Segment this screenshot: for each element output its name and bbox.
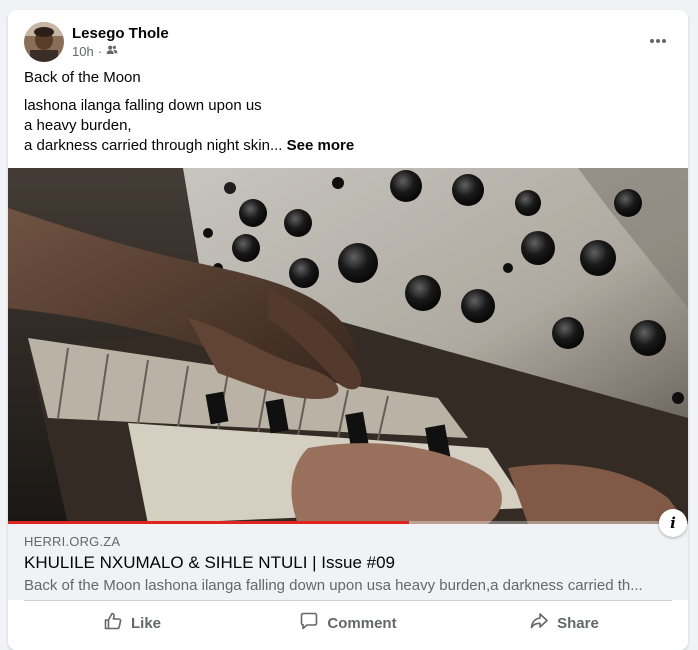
link-description: Back of the Moon lashona ilanga falling … <box>24 577 643 594</box>
share-label: Share <box>557 614 599 632</box>
timestamp-row: 10h · <box>72 43 169 61</box>
friends-icon[interactable] <box>106 43 118 61</box>
post-card: Lesego Thole 10h · Back of the Moon lash… <box>8 10 688 650</box>
like-button[interactable]: Like <box>24 605 240 641</box>
post-body-line: a heavy burden, <box>24 117 132 134</box>
post-title-line: Back of the Moon <box>24 69 141 86</box>
link-preview[interactable]: i HERRI.ORG.ZA KHULILE NXUMALO & SIHLE N… <box>8 509 688 600</box>
share-button[interactable]: Share <box>456 605 672 641</box>
thumbs-up-icon <box>103 611 131 635</box>
action-bar: Like Comment Share <box>24 600 672 641</box>
see-more-link[interactable]: See more <box>287 137 355 154</box>
comment-label: Comment <box>327 614 397 632</box>
link-domain: HERRI.ORG.ZA <box>24 534 121 549</box>
comment-bubble-icon <box>299 611 327 635</box>
post-text: Back of the Moon lashona ilanga falling … <box>24 68 672 156</box>
avatar[interactable] <box>24 22 64 62</box>
share-arrow-icon <box>529 611 557 635</box>
timestamp[interactable]: 10h <box>72 43 94 61</box>
more-dots-icon <box>649 31 667 49</box>
post-body-line: lashona ilanga falling down upon us <box>24 97 262 114</box>
more-options-button[interactable] <box>644 26 672 54</box>
info-icon[interactable]: i <box>659 509 687 537</box>
like-label: Like <box>130 614 161 632</box>
link-title[interactable]: KHULILE NXUMALO & SIHLE NTULI | Issue #0… <box>24 552 395 574</box>
post-body-line-last: a darkness carried through night skin...… <box>24 136 672 156</box>
comment-button[interactable]: Comment <box>240 605 456 641</box>
post-header: Lesego Thole 10h · <box>24 22 169 62</box>
separator-dot: · <box>97 43 103 59</box>
author-name[interactable]: Lesego Thole <box>72 24 169 43</box>
video-frame <box>8 168 688 524</box>
post-meta: Lesego Thole 10h · <box>72 24 169 61</box>
video-player[interactable] <box>8 168 688 524</box>
post-body-line: a darkness carried through night skin... <box>24 137 283 154</box>
